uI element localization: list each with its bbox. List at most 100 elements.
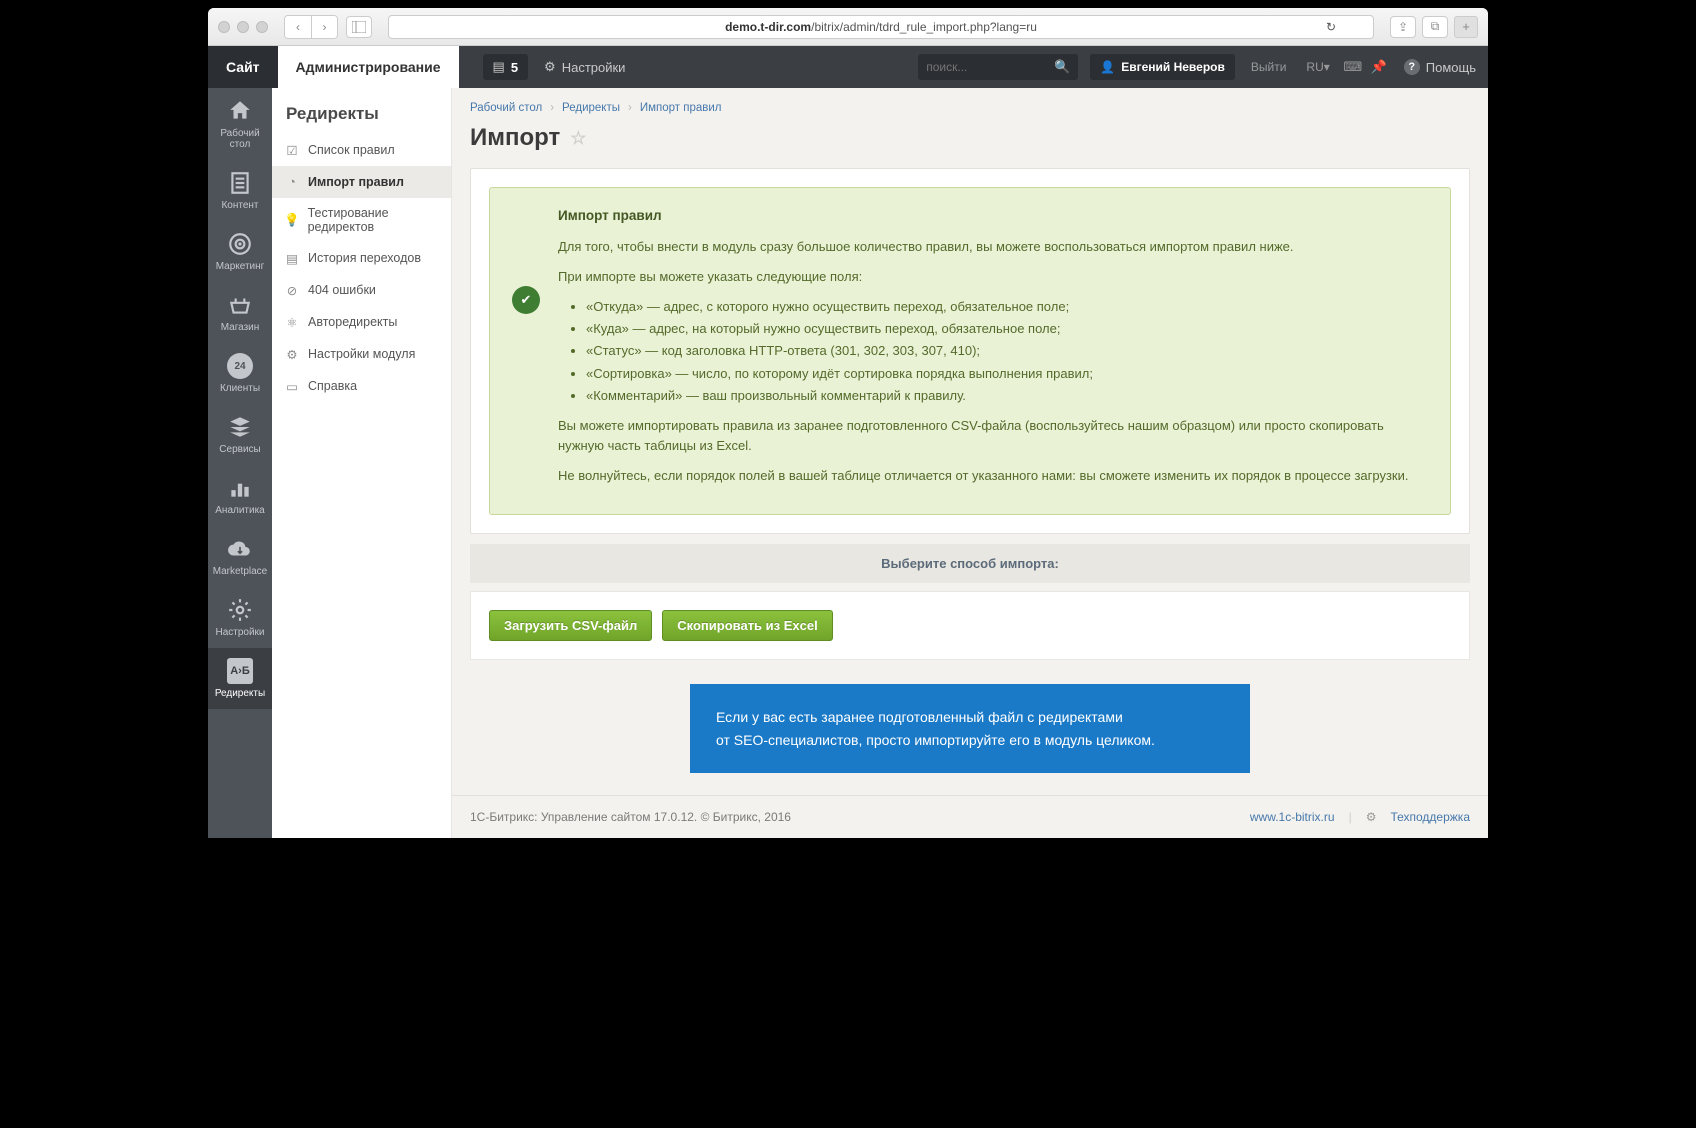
- rail-clients[interactable]: 24 Клиенты: [208, 343, 272, 404]
- notif-count: 5: [511, 60, 518, 75]
- info-notice: ✔ Импорт правил Для того, чтобы внести в…: [489, 187, 1451, 515]
- tabs-button[interactable]: ⧉: [1422, 16, 1448, 38]
- rail-label: Редиректы: [215, 688, 265, 699]
- page-title-text: Импорт: [470, 124, 560, 152]
- nav-item-test[interactable]: 💡Тестирование редиректов: [272, 198, 451, 242]
- footer-link[interactable]: www.1c-bitrix.ru: [1250, 810, 1335, 824]
- nav-label: Список правил: [308, 143, 395, 157]
- list-icon: ☑: [284, 142, 300, 158]
- rail-marketing[interactable]: Маркетинг: [208, 221, 272, 282]
- nav-item-404[interactable]: ⊘404 ошибки: [272, 274, 451, 306]
- rail-settings[interactable]: Настройки: [208, 587, 272, 648]
- search-box[interactable]: 🔍: [918, 54, 1078, 80]
- body: Рабочий стол Контент Маркетинг Магазин 2…: [208, 88, 1488, 838]
- rail-shop[interactable]: Магазин: [208, 282, 272, 343]
- nav-item-history[interactable]: ▤ История переходов: [272, 242, 451, 274]
- import-icon: ◔: [284, 174, 300, 190]
- notice-field: «Статус» — код заголовка HTTP-ответа (30…: [586, 341, 1428, 361]
- history-icon: ▤: [284, 250, 300, 266]
- nav-label: Настройки модуля: [308, 347, 415, 361]
- rail-services[interactable]: Сервисы: [208, 404, 272, 465]
- user-menu[interactable]: 👤 Евгений Неверов: [1090, 54, 1235, 80]
- nav-label: 404 ошибки: [308, 283, 376, 297]
- footer: 1С-Битрикс: Управление сайтом 17.0.12. ©…: [452, 795, 1488, 838]
- footer-left: 1С-Битрикс: Управление сайтом 17.0.12. ©…: [470, 810, 791, 824]
- gear-icon: ⚙: [1366, 810, 1377, 824]
- notifications-button[interactable]: ▤ 5: [483, 54, 529, 80]
- url-host: demo.t-dir.com: [725, 20, 811, 34]
- gear-icon: ⚙: [284, 346, 300, 362]
- forward-button[interactable]: ›: [311, 16, 337, 38]
- check-icon: ✔: [512, 286, 540, 314]
- notice-field: «Откуда» — адрес, с которого нужно осуще…: [586, 297, 1428, 317]
- rail-redirects[interactable]: А›Б Редиректы: [208, 648, 272, 709]
- notice-field: «Куда» — адрес, на который нужно осущест…: [586, 319, 1428, 339]
- browser-window: ‹ › demo.t-dir.com/bitrix/admin/tdrd_rul…: [208, 8, 1488, 838]
- upload-csv-button[interactable]: Загрузить CSV-файл: [489, 610, 652, 641]
- nav-label: История переходов: [308, 251, 421, 265]
- document-icon: [227, 170, 253, 196]
- rail-label: Магазин: [221, 322, 260, 333]
- crumb-link[interactable]: Редиректы: [562, 102, 620, 114]
- help-link[interactable]: ? Помощь: [1392, 46, 1488, 88]
- back-button[interactable]: ‹: [285, 16, 311, 38]
- lang-switch[interactable]: RU ▾: [1296, 46, 1339, 88]
- notice-p1: Для того, чтобы внести в модуль сразу бо…: [558, 237, 1428, 257]
- cloud-icon: [227, 536, 253, 562]
- tab-admin[interactable]: Администрирование: [278, 46, 459, 88]
- nav-item-list[interactable]: ☑ Список правил: [272, 134, 451, 166]
- url-bar[interactable]: demo.t-dir.com/bitrix/admin/tdrd_rule_im…: [388, 15, 1374, 39]
- logout-link[interactable]: Выйти: [1241, 46, 1297, 88]
- book-icon: ▭: [284, 378, 300, 394]
- max-dot[interactable]: [256, 21, 268, 33]
- rail-label: Клиенты: [220, 383, 260, 394]
- copy-excel-button[interactable]: Скопировать из Excel: [662, 610, 832, 641]
- layers-icon: [227, 414, 253, 440]
- badge-24-icon: 24: [227, 353, 253, 379]
- callout-line: от SEO-специалистов, просто импортируйте…: [716, 729, 1224, 751]
- help-icon: ?: [1404, 59, 1420, 75]
- nav-item-auto[interactable]: ⚛Авторедиректы: [272, 306, 451, 338]
- settings-link[interactable]: ⚙ Настройки: [532, 46, 637, 88]
- rail-analytics[interactable]: Аналитика: [208, 465, 272, 526]
- app: Сайт Администрирование ▤ 5 ⚙ Настройки 🔍…: [208, 46, 1488, 838]
- settings-label: Настройки: [562, 60, 626, 75]
- rail: Рабочий стол Контент Маркетинг Магазин 2…: [208, 88, 272, 838]
- basket-icon: [227, 292, 253, 318]
- nav-item-settings[interactable]: ⚙ Настройки модуля: [272, 338, 451, 370]
- import-actions: Загрузить CSV-файл Скопировать из Excel: [470, 591, 1470, 660]
- url-path: /bitrix/admin/tdrd_rule_import.php?lang=…: [811, 20, 1037, 34]
- comment-icon: ▤: [493, 59, 505, 75]
- home-icon: [227, 98, 253, 124]
- sidebar-toggle[interactable]: [346, 16, 372, 38]
- breadcrumb: Рабочий стол› Редиректы› Импорт правил: [470, 102, 1470, 114]
- nav-col: Редиректы ☑Список правил ◔Импорт правил …: [272, 88, 452, 838]
- min-dot[interactable]: [237, 21, 249, 33]
- notice-heading: Импорт правил: [558, 206, 1428, 227]
- rail-content[interactable]: Контент: [208, 160, 272, 221]
- bulb-icon: 💡: [284, 212, 300, 228]
- close-dot[interactable]: [218, 21, 230, 33]
- tab-site[interactable]: Сайт: [208, 46, 278, 88]
- user-icon: 👤: [1100, 60, 1115, 74]
- rail-label: Marketplace: [213, 566, 267, 577]
- nav-item-help[interactable]: ▭Справка: [272, 370, 451, 402]
- crumb-link[interactable]: Импорт правил: [640, 102, 722, 114]
- gear-icon: [227, 597, 253, 623]
- rail-desktop[interactable]: Рабочий стол: [208, 88, 272, 160]
- import-method-header: Выберите способ импорта:: [470, 544, 1470, 583]
- support-link[interactable]: Техподдержка: [1390, 810, 1470, 824]
- share-button[interactable]: ⇪: [1390, 16, 1416, 38]
- notice-field: «Комментарий» — ваш произвольный коммент…: [586, 386, 1428, 406]
- crumb-link[interactable]: Рабочий стол: [470, 102, 542, 114]
- pin-icon[interactable]: 📌: [1366, 46, 1392, 88]
- new-tab-button[interactable]: +: [1454, 16, 1478, 38]
- favorite-star[interactable]: ☆: [570, 128, 586, 149]
- search-icon[interactable]: 🔍: [1054, 59, 1070, 75]
- reload-icon[interactable]: ↻: [1326, 20, 1336, 34]
- rail-marketplace[interactable]: Marketplace: [208, 526, 272, 587]
- page-title: Импорт ☆: [470, 124, 1470, 152]
- keyboard-icon[interactable]: ⌨: [1340, 46, 1366, 88]
- nav-item-import[interactable]: ◔Импорт правил: [272, 166, 451, 198]
- search-input[interactable]: [926, 60, 1054, 74]
